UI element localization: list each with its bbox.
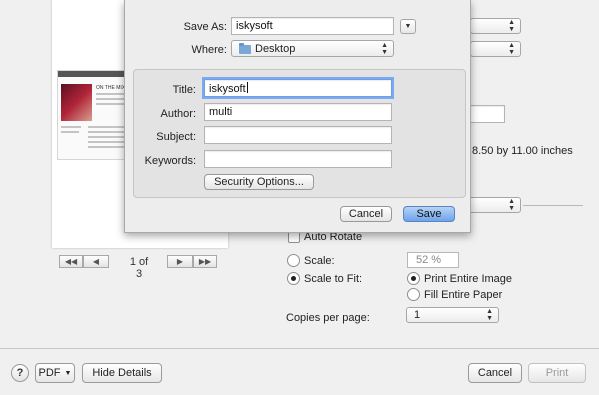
- author-field[interactable]: multi: [204, 103, 392, 121]
- copies-per-page-value: 1: [414, 309, 421, 321]
- fill-entire-paper-option[interactable]: Fill Entire Paper: [407, 288, 502, 301]
- scale-to-fit-option[interactable]: Scale to Fit:: [287, 272, 362, 285]
- pdf-metadata-group: Title: iskysoft Author: multi Subject: K…: [133, 69, 466, 198]
- scale-to-fit-label: Scale to Fit:: [304, 272, 363, 285]
- chevron-updown-icon: ▲ ▼: [486, 308, 493, 322]
- preview-text-line: [61, 126, 81, 128]
- save-pdf-sheet: Save As: iskysoft ▼ Where: Desktop ▲ ▼ Ti…: [124, 0, 471, 233]
- print-button[interactable]: Print: [528, 363, 586, 383]
- save-cancel-button[interactable]: Cancel: [340, 206, 392, 222]
- fill-entire-paper-label: Fill Entire Paper: [424, 288, 503, 301]
- preview-text-line: [61, 131, 79, 133]
- hide-details-button[interactable]: Hide Details: [82, 363, 162, 383]
- preview-text-line: [88, 141, 126, 143]
- last-page-button[interactable]: ▶▶: [193, 255, 217, 268]
- subject-label: Subject:: [156, 131, 196, 143]
- last-page-icon: ▶▶: [198, 257, 212, 266]
- presets-popup[interactable]: ▲ ▼: [470, 41, 521, 57]
- printer-popup[interactable]: ▲ ▼: [470, 18, 521, 34]
- pdf-menu-button[interactable]: PDF ▼: [35, 363, 75, 383]
- expand-browser-button[interactable]: ▼: [400, 19, 416, 34]
- chevron-down-icon: ▼: [404, 23, 412, 30]
- save-as-field[interactable]: iskysoft: [231, 17, 394, 35]
- scale-percent-field[interactable]: 52 %: [407, 252, 459, 268]
- scale-to-fit-radio[interactable]: [287, 272, 300, 285]
- chevron-updown-icon: ▲ ▼: [381, 41, 388, 56]
- keywords-field[interactable]: [204, 150, 392, 168]
- subject-field[interactable]: [204, 126, 392, 144]
- pdf-button-label: PDF: [38, 367, 61, 379]
- where-location-value: Desktop: [255, 42, 296, 55]
- title-field-text: iskysoft: [209, 83, 246, 95]
- print-entire-image-label: Print Entire Image: [424, 272, 513, 285]
- page-indicator: 1 of 3: [129, 256, 149, 280]
- security-options-button[interactable]: Security Options...: [204, 174, 314, 190]
- text-caret: [246, 82, 248, 93]
- first-page-button[interactable]: ◀◀: [59, 255, 83, 268]
- print-entire-image-option[interactable]: Print Entire Image: [407, 272, 512, 285]
- chevron-updown-icon: ▲ ▼: [508, 42, 515, 56]
- print-cancel-button[interactable]: Cancel: [468, 363, 522, 383]
- preview-text-line: [96, 98, 126, 100]
- where-location-popup[interactable]: Desktop ▲ ▼: [231, 40, 394, 57]
- scale-radio[interactable]: [287, 254, 300, 267]
- paper-size-text: 8.50 by 11.00 inches: [472, 145, 573, 157]
- author-label: Author:: [160, 108, 196, 120]
- page-navigation: ◀◀ ◀ 1 of 3 ▶ ▶▶: [59, 255, 219, 280]
- folder-icon: [239, 43, 251, 54]
- next-page-icon: ▶: [176, 257, 184, 266]
- where-label: Where:: [191, 44, 227, 56]
- copies-field[interactable]: [470, 105, 505, 123]
- save-button[interactable]: Save: [403, 206, 455, 222]
- print-entire-image-radio[interactable]: [407, 272, 420, 285]
- scale-option[interactable]: Scale:: [287, 254, 335, 267]
- copies-per-page-popup[interactable]: 1 ▲ ▼: [406, 307, 499, 323]
- help-button[interactable]: ?: [11, 364, 29, 382]
- preview-text-line: [88, 131, 128, 133]
- first-page-icon: ◀◀: [64, 257, 78, 266]
- next-page-button[interactable]: ▶: [167, 255, 193, 268]
- copies-per-page-label: Copies per page:: [286, 312, 370, 324]
- previous-page-icon: ◀: [92, 257, 100, 266]
- preview-thumbnail-image: [61, 84, 92, 121]
- chevron-down-icon: ▼: [64, 369, 72, 377]
- chevron-updown-icon: ▲ ▼: [508, 198, 515, 212]
- fill-entire-paper-radio[interactable]: [407, 288, 420, 301]
- section-divider: [523, 205, 583, 206]
- chevron-updown-icon: ▲ ▼: [508, 19, 515, 33]
- keywords-label: Keywords:: [144, 155, 196, 167]
- scale-label: Scale:: [304, 254, 335, 267]
- preview-thumbnail-title: ON THE MIX: [96, 85, 126, 91]
- title-field[interactable]: iskysoft: [202, 77, 394, 99]
- footer-divider: [0, 348, 599, 349]
- save-as-label: Save As:: [183, 21, 227, 33]
- previous-page-button[interactable]: ◀: [83, 255, 109, 268]
- title-label: Title:: [172, 84, 196, 96]
